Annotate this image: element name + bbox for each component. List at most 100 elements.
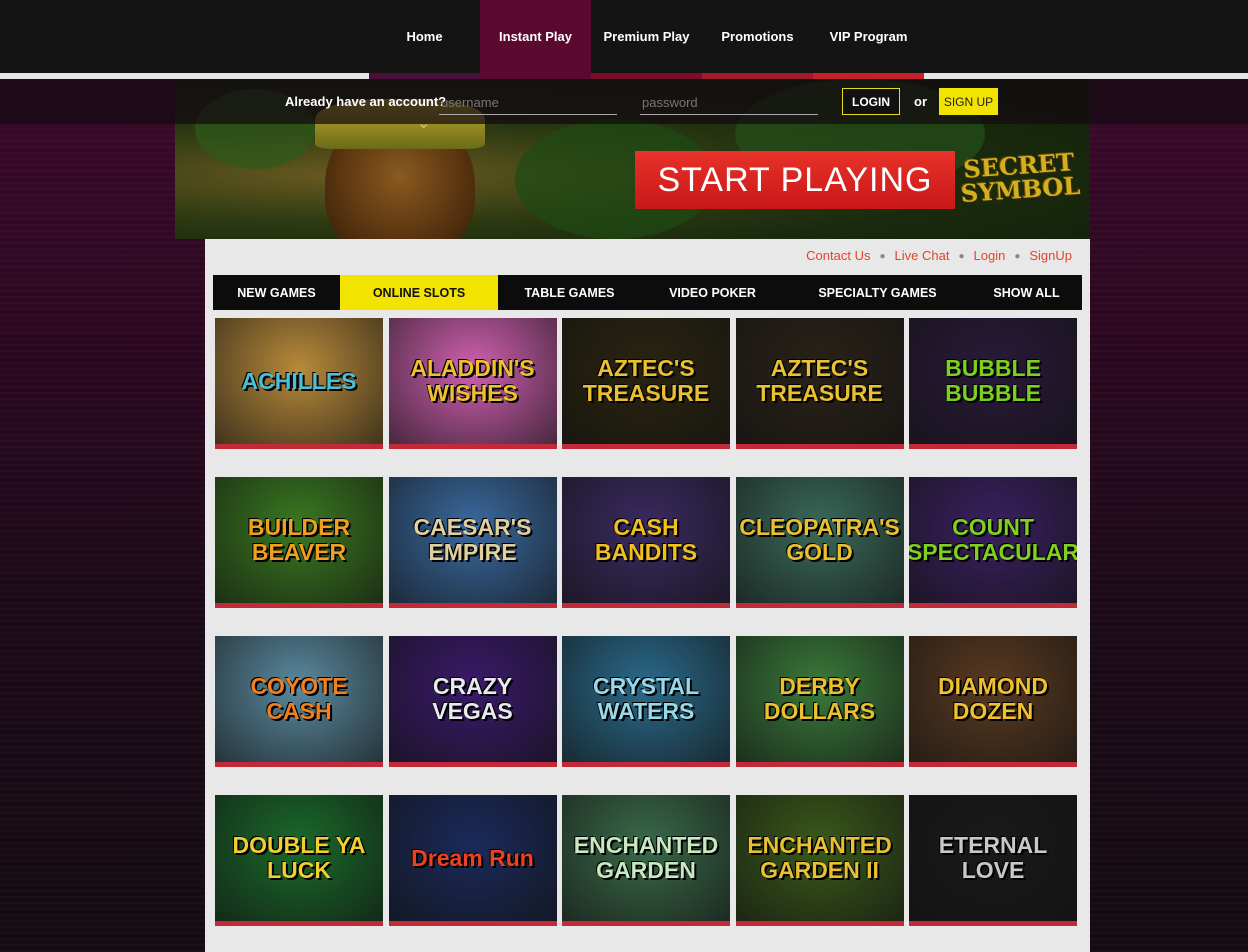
separator-dot: ● [958,251,965,262]
nav-promotions[interactable]: Promotions [702,0,813,73]
game-title: Dream Run [411,844,534,871]
game-thumbnail[interactable]: AZTEC'S TREASURE [562,318,730,444]
game-tile-strip [735,444,904,449]
game-tile-strip [909,603,1077,608]
game-title: COYOTE CASH [250,673,348,724]
or-label: or [914,94,927,109]
game-tile-strip [388,921,557,926]
game-title: DERBY DOLLARS [763,673,876,724]
game-tile[interactable]: CRYSTAL WATERS [562,636,730,768]
game-tile[interactable]: AZTEC'S TREASURE [562,318,730,450]
game-title: ALADDIN'S WISHES [410,355,535,406]
game-title: BUILDER BEAVER [247,514,351,565]
game-thumbnail[interactable]: CRAZY VEGAS [388,636,557,762]
game-tile[interactable]: DIAMOND DOZEN [909,636,1077,768]
game-thumbnail[interactable]: DERBY DOLLARS [735,636,904,762]
nav-premium-play[interactable]: Premium Play [591,0,702,73]
password-input[interactable] [640,91,818,115]
game-thumbnail[interactable]: ACHILLES [215,318,383,444]
live-chat-link[interactable]: Live Chat [895,248,950,266]
game-thumbnail[interactable]: DIAMOND DOZEN [909,636,1077,762]
game-tile[interactable]: BUBBLE BUBBLE [909,318,1077,450]
utility-links: Contact Us ● Live Chat ● Login ● SignUp [806,248,1072,266]
game-title: CAESAR'S EMPIRE [413,514,532,565]
game-thumbnail[interactable]: CASH BANDITS [562,477,730,603]
game-thumbnail[interactable]: BUBBLE BUBBLE [909,318,1077,444]
nav-instant-play[interactable]: Instant Play [480,0,591,73]
game-tile-strip [215,444,383,449]
game-tile[interactable]: CASH BANDITS [562,477,730,609]
game-title: BUBBLE BUBBLE [945,355,1041,406]
separator-dot: ● [879,251,886,262]
game-thumbnail[interactable]: CRYSTAL WATERS [562,636,730,762]
login-button[interactable]: LOGIN [842,88,900,115]
game-thumbnail[interactable]: ETERNAL LOVE [909,795,1077,921]
game-thumbnail[interactable]: ENCHANTED GARDEN II [735,795,904,921]
game-tile-strip [735,762,904,767]
nav-home[interactable]: Home [369,0,480,73]
tab-online-slots[interactable]: ONLINE SLOTS [340,275,498,310]
game-tile[interactable]: COUNT SPECTACULAR [909,477,1077,609]
game-tile[interactable]: CAESAR'S EMPIRE [388,477,557,609]
game-tile-strip [215,603,383,608]
game-title: CRAZY VEGAS [432,673,513,724]
secret-symbol-logo: SECRET SYMBOL [959,147,1082,209]
tab-specialty-games[interactable]: SPECIALTY GAMES [784,275,971,310]
game-tile[interactable]: CLEOPATRA'S GOLD [735,477,904,609]
game-tile-strip [562,921,730,926]
top-navigation: Home Instant Play Premium Play Promotion… [0,0,1248,73]
start-playing-button[interactable]: START PLAYING [635,151,955,209]
username-input[interactable] [439,91,617,115]
game-title: ACHILLES [241,367,357,394]
game-tile[interactable]: Dream Run [388,795,557,927]
game-title: ENCHANTED GARDEN II [747,832,892,883]
game-thumbnail[interactable]: CLEOPATRA'S GOLD [735,477,904,603]
game-thumbnail[interactable]: COYOTE CASH [215,636,383,762]
game-thumbnail[interactable]: AZTEC'S TREASURE [735,318,904,444]
category-tabs: NEW GAMES ONLINE SLOTS TABLE GAMES VIDEO… [213,275,1082,310]
game-tile[interactable]: CRAZY VEGAS [388,636,557,768]
tab-new-games[interactable]: NEW GAMES [213,275,340,310]
game-thumbnail[interactable]: COUNT SPECTACULAR [909,477,1077,603]
game-thumbnail[interactable]: Dream Run [388,795,557,921]
game-thumbnail[interactable]: ALADDIN'S WISHES [388,318,557,444]
game-tile-strip [735,921,904,926]
tab-video-poker[interactable]: VIDEO POKER [641,275,784,310]
game-tile-strip [735,603,904,608]
game-thumbnail[interactable]: CAESAR'S EMPIRE [388,477,557,603]
game-thumbnail[interactable]: ENCHANTED GARDEN [562,795,730,921]
game-tile[interactable]: DERBY DOLLARS [735,636,904,768]
nav-vip-program[interactable]: VIP Program [813,0,924,73]
game-tile[interactable]: DOUBLE YA LUCK [215,795,383,927]
game-tile-strip [909,921,1077,926]
game-tile[interactable]: BUILDER BEAVER [215,477,383,609]
game-tile[interactable]: ENCHANTED GARDEN II [735,795,904,927]
games-panel: Contact Us ● Live Chat ● Login ● SignUp … [205,239,1090,952]
game-title: ETERNAL LOVE [938,832,1048,883]
tab-show-all[interactable]: SHOW ALL [971,275,1082,310]
game-thumbnail[interactable]: BUILDER BEAVER [215,477,383,603]
game-tile-strip [388,762,557,767]
login-link[interactable]: Login [974,248,1006,266]
game-tile[interactable]: ALADDIN'S WISHES [388,318,557,450]
game-tile-strip [562,603,730,608]
game-title: CASH BANDITS [594,514,698,565]
game-tile[interactable]: ETERNAL LOVE [909,795,1077,927]
game-title: AZTEC'S TREASURE [582,355,710,406]
signup-link[interactable]: SignUp [1029,248,1072,266]
game-thumbnail[interactable]: DOUBLE YA LUCK [215,795,383,921]
game-tile[interactable]: AZTEC'S TREASURE [735,318,904,450]
chevron-down-icon: ⌄ [417,115,431,132]
game-tile-strip [562,762,730,767]
game-tile-strip [909,444,1077,449]
game-tile-strip [388,603,557,608]
game-tile[interactable]: COYOTE CASH [215,636,383,768]
game-title: AZTEC'S TREASURE [756,355,883,406]
signup-button[interactable]: SIGN UP [939,88,998,115]
game-tile[interactable]: ACHILLES [215,318,383,450]
game-title: CLEOPATRA'S GOLD [739,514,900,565]
contact-us-link[interactable]: Contact Us [806,248,870,266]
game-tile[interactable]: ENCHANTED GARDEN [562,795,730,927]
game-title: DIAMOND DOZEN [938,673,1048,724]
tab-table-games[interactable]: TABLE GAMES [498,275,641,310]
